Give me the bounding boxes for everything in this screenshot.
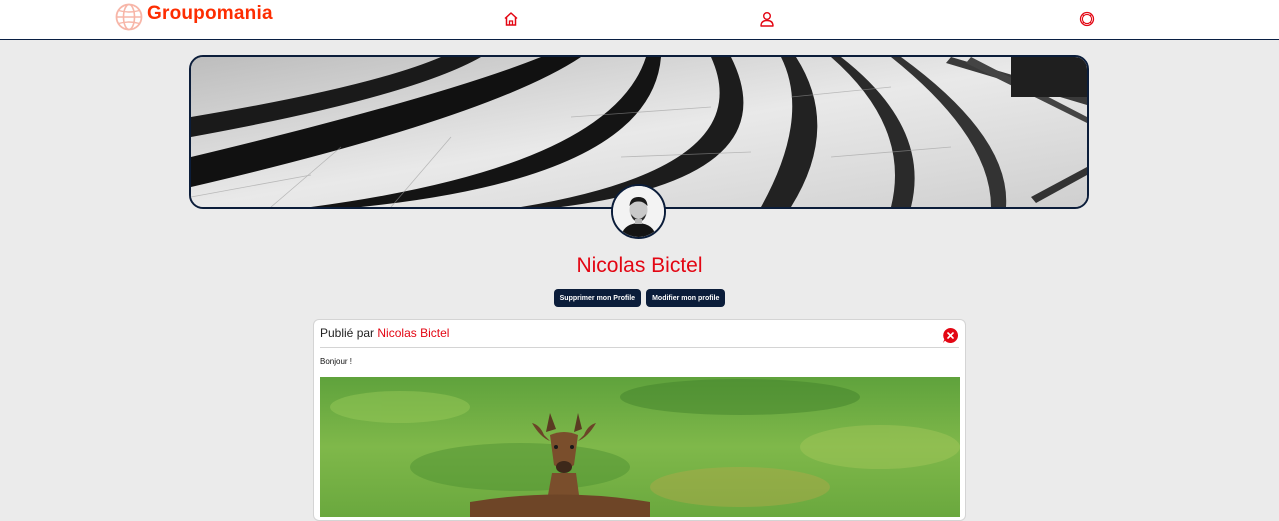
logout-icon: [1079, 11, 1095, 27]
edit-profile-button[interactable]: Modifier mon profile: [646, 289, 726, 307]
post-photo-deer: [320, 377, 960, 517]
home-icon: [504, 12, 518, 26]
top-navbar: Groupomania: [0, 0, 1279, 40]
close-circle-icon: [943, 328, 958, 343]
post-card: Publié par Nicolas Bictel Bonjour !: [313, 319, 966, 521]
published-by-label: Publié par: [320, 326, 375, 340]
nav-home-link[interactable]: [503, 11, 519, 27]
nav-logout-link[interactable]: [1079, 11, 1095, 27]
profile-actions: Supprimer mon Profile Modifier mon profi…: [0, 289, 1279, 307]
post-image[interactable]: [320, 377, 960, 517]
avatar-photo: [613, 186, 664, 237]
post-header: Publié par Nicolas Bictel: [320, 325, 959, 348]
nav-profile-link[interactable]: [759, 11, 775, 27]
brand-name: Groupomania: [147, 3, 273, 24]
post-author-line: Publié par Nicolas Bictel: [320, 325, 449, 341]
delete-post-button[interactable]: [942, 327, 959, 344]
brand-logo[interactable]: Groupomania: [115, 2, 273, 32]
profile-name: Nicolas Bictel: [576, 254, 703, 277]
globe-logo-icon: [115, 3, 143, 31]
user-icon: [760, 12, 774, 27]
post-text: Bonjour !: [320, 357, 353, 366]
post-author-name[interactable]: Nicolas Bictel: [377, 326, 449, 340]
profile-avatar[interactable]: [611, 184, 666, 239]
delete-profile-button[interactable]: Supprimer mon Profile: [553, 289, 642, 307]
